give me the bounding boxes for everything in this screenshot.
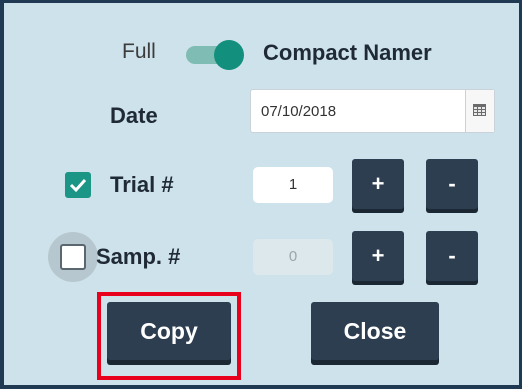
- compact-mode-label: Compact Namer: [263, 40, 432, 65]
- date-value: 07/10/2018: [261, 103, 337, 120]
- sample-checkbox[interactable]: [60, 244, 86, 270]
- trial-label: Trial #: [110, 172, 174, 197]
- copy-button[interactable]: Copy: [107, 302, 231, 360]
- full-mode-label: Full: [122, 40, 156, 63]
- checkmark-icon: [69, 178, 87, 193]
- trial-checkbox[interactable]: [65, 172, 91, 198]
- sample-increment-button[interactable]: +: [352, 231, 404, 281]
- sample-decrement-button[interactable]: -: [426, 231, 478, 281]
- trial-number-input[interactable]: 1: [253, 167, 333, 203]
- trial-increment-button[interactable]: +: [352, 159, 404, 209]
- mode-toggle[interactable]: [184, 40, 246, 70]
- close-button[interactable]: Close: [311, 302, 439, 360]
- calendar-button[interactable]: [465, 90, 494, 132]
- sample-number-input[interactable]: 0: [253, 239, 333, 275]
- toggle-knob: [214, 40, 244, 70]
- calendar-icon: [473, 104, 486, 116]
- sample-label: Samp. #: [96, 244, 181, 269]
- date-input[interactable]: 07/10/2018: [250, 89, 495, 133]
- trial-decrement-button[interactable]: -: [426, 159, 478, 209]
- date-label: Date: [110, 103, 158, 128]
